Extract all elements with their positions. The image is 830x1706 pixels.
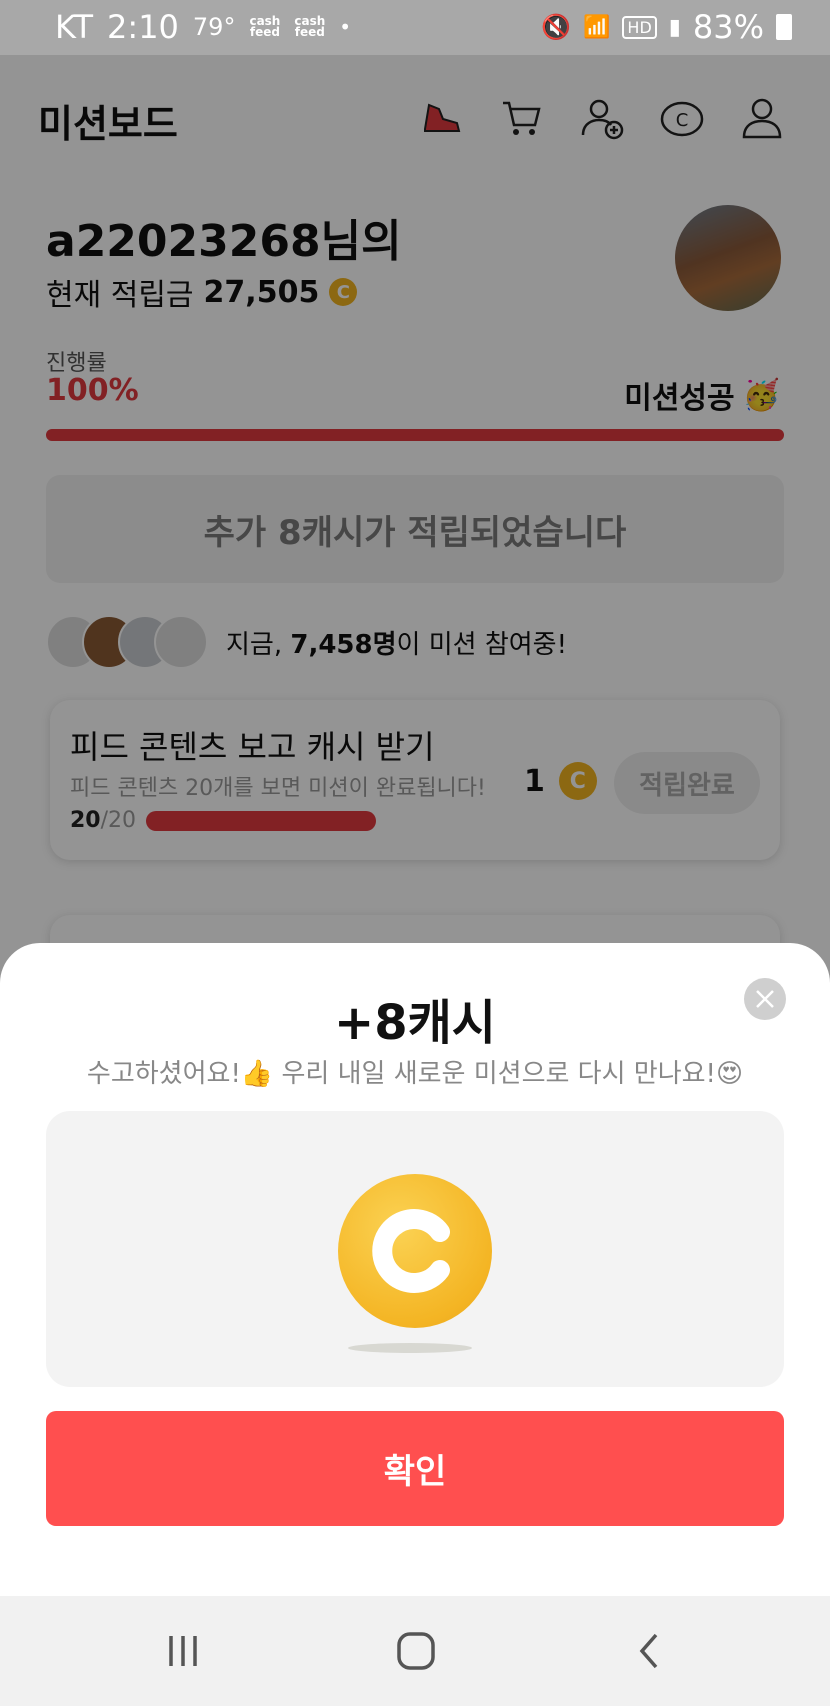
home-button[interactable] xyxy=(386,1626,446,1676)
big-coin-icon xyxy=(338,1174,492,1328)
hd-icon: HD xyxy=(622,15,657,39)
coin-c-mark xyxy=(372,1209,450,1293)
more-notifications-dot: • xyxy=(339,15,352,39)
modal-title: +8캐시 xyxy=(334,995,496,1051)
cashfeed-notification-icon-2: cash feed xyxy=(294,14,326,39)
back-icon xyxy=(639,1633,658,1669)
reward-modal: +8캐시 수고하셨어요!👍 우리 내일 새로운 미션으로 다시 만나요!😍 확인 xyxy=(0,943,830,1596)
wifi-icon: 📶 xyxy=(583,14,611,40)
home-icon xyxy=(397,1632,435,1670)
back-button[interactable] xyxy=(620,1626,680,1676)
confirm-button[interactable]: 확인 xyxy=(46,1411,784,1526)
coin-illustration-box xyxy=(46,1111,784,1387)
battery-icon xyxy=(776,14,792,40)
clock: 2:10 xyxy=(107,8,179,46)
weather-temp: 79° xyxy=(192,13,236,41)
recent-apps-icon xyxy=(169,1636,197,1666)
carrier-label: KT xyxy=(55,8,94,46)
cashfeed-notification-icon: cash feed xyxy=(249,14,281,39)
recent-apps-button[interactable] xyxy=(153,1626,213,1676)
mute-icon: 🔇 xyxy=(541,13,571,41)
signal-icon: ▮ xyxy=(668,14,681,40)
system-nav-bar xyxy=(0,1596,830,1706)
status-bar: KT 2:10 79° cash feed cash feed • 🔇 📶 HD… xyxy=(0,0,830,55)
coin-shadow xyxy=(348,1343,472,1353)
modal-subtitle: 수고하셨어요!👍 우리 내일 새로운 미션으로 다시 만나요!😍 xyxy=(86,1059,744,1089)
battery-percent: 83% xyxy=(692,8,764,46)
